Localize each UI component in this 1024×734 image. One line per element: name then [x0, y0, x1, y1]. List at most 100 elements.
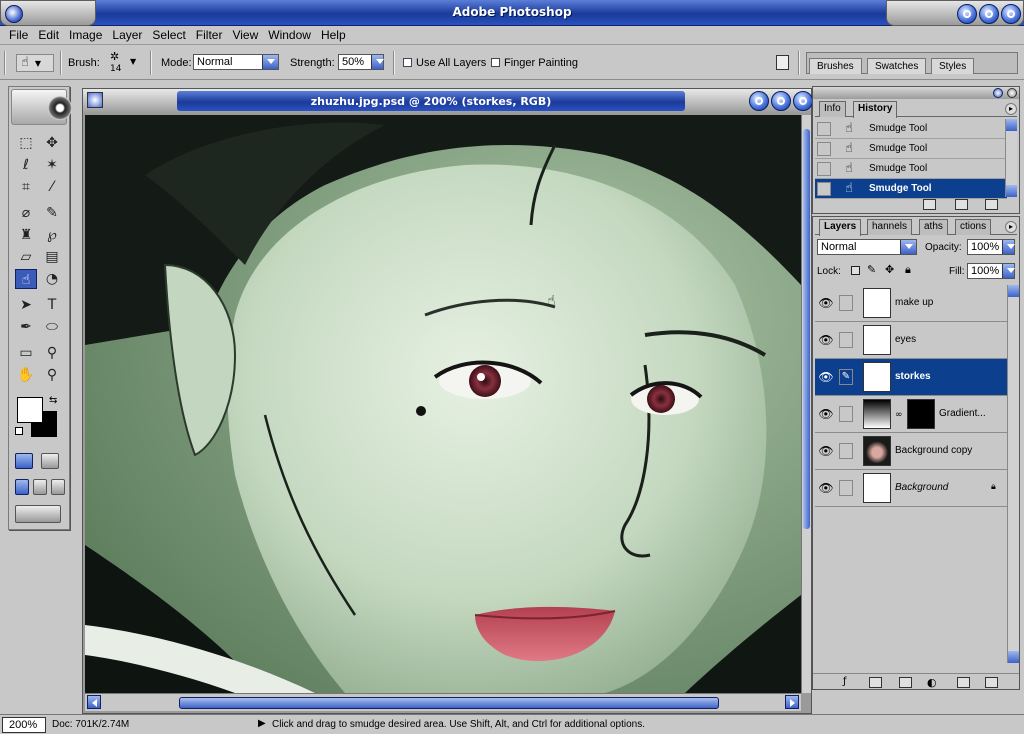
document-icon[interactable] [87, 92, 103, 108]
scroll-right-icon[interactable] [785, 695, 799, 709]
tab-channels[interactable]: hannels [867, 219, 913, 235]
tab-layers[interactable]: Layers [819, 219, 862, 236]
history-source-checkbox[interactable] [817, 162, 831, 176]
scroll-up-icon[interactable] [1008, 285, 1019, 297]
layer-visibility-eye-icon[interactable]: 👁︎ [817, 289, 835, 317]
history-state[interactable]: ☝ Smudge Tool [815, 119, 1007, 139]
strength-input[interactable]: 50% [338, 54, 384, 70]
image-canvas[interactable]: ☝ [85, 115, 801, 693]
layer-link-brush-icon[interactable] [839, 443, 853, 459]
opacity-slider-arrow-icon[interactable] [1002, 240, 1015, 254]
layer-row[interactable]: 👁︎ eyes [815, 322, 1007, 359]
new-document-from-state-icon[interactable] [923, 199, 936, 210]
palette-close-icon[interactable] [1007, 88, 1017, 98]
lock-position-icon[interactable]: ✥ [885, 263, 894, 276]
layer-visibility-eye-icon[interactable]: 👁︎ [817, 437, 835, 465]
default-colors-icon[interactable] [15, 427, 23, 435]
path-selection-tool-icon[interactable]: ➤ [15, 295, 37, 315]
gradient-tool-icon[interactable]: ▤ [41, 247, 63, 267]
healing-brush-tool-icon[interactable]: ⌀ [15, 203, 37, 223]
smudge-tool-icon[interactable]: ☝ [15, 269, 37, 289]
fill-input[interactable]: 100% [967, 263, 1015, 279]
brush-picker[interactable]: ✲ 14 ▼ [104, 50, 140, 76]
tab-brushes[interactable]: Brushes [809, 58, 862, 74]
opacity-input[interactable]: 100% [967, 239, 1015, 255]
finger-painting-checkbox[interactable] [491, 58, 500, 67]
layers-scrollbar[interactable] [1007, 285, 1019, 663]
magic-wand-tool-icon[interactable]: ✶ [41, 155, 63, 175]
pen-tool-icon[interactable]: ✒ [15, 317, 37, 337]
app-title-bar[interactable]: Adobe Photoshop [0, 0, 1024, 26]
history-state[interactable]: ☝ Smudge Tool [815, 179, 1007, 199]
scroll-up-icon[interactable] [1006, 119, 1017, 131]
slice-tool-icon[interactable]: ⁄ [41, 177, 63, 197]
layer-row[interactable]: 👁︎ make up [815, 285, 1007, 322]
delete-layer-icon[interactable] [985, 677, 998, 688]
tool-preset-picker[interactable]: ☝ ▼ [16, 54, 54, 72]
crop-tool-icon[interactable]: ⌗ [15, 177, 37, 197]
strength-slider-arrow-icon[interactable] [371, 55, 384, 69]
history-scrollbar[interactable] [1005, 119, 1017, 197]
doc-minimize-icon[interactable] [749, 91, 769, 111]
marquee-tool-icon[interactable]: ⬚ [15, 133, 37, 153]
eraser-tool-icon[interactable]: ▱ [15, 247, 37, 267]
layer-link-brush-icon[interactable] [839, 332, 853, 348]
standard-screen-mode-button[interactable] [15, 479, 29, 495]
zoom-field[interactable]: 200% [2, 717, 46, 733]
mode-select[interactable]: Normal [193, 54, 279, 70]
layer-row[interactable]: 👁︎ ∞ Gradient... [815, 396, 1007, 433]
lasso-tool-icon[interactable]: ℓ [15, 155, 37, 175]
use-all-layers-checkbox[interactable] [403, 58, 412, 67]
doc-close-icon[interactable] [793, 91, 813, 111]
dodge-tool-icon[interactable]: ◔ [41, 269, 63, 289]
trash-icon[interactable] [985, 199, 998, 210]
layer-visibility-eye-icon[interactable]: 👁︎ [817, 363, 835, 391]
menu-edit[interactable]: Edit [33, 28, 64, 42]
doc-maximize-icon[interactable] [771, 91, 791, 111]
full-screen-menu-mode-button[interactable] [33, 479, 47, 495]
tab-actions[interactable]: ctions [955, 219, 992, 235]
lock-pixels-icon[interactable]: ✎ [867, 263, 876, 276]
full-screen-mode-button[interactable] [51, 479, 65, 495]
document-title-bar[interactable]: zhuzhu.jpg.psd @ 200% (storkes, RGB) [83, 89, 813, 113]
document-horizontal-scrollbar[interactable] [85, 693, 801, 711]
eyedropper-tool-icon[interactable]: ⚲ [41, 343, 63, 363]
adobe-online-eye-icon[interactable] [48, 96, 72, 120]
layer-row[interactable]: 👁︎ ✎ storkes [815, 359, 1007, 396]
shape-tool-icon[interactable]: ⬭ [41, 317, 63, 337]
history-brush-tool-icon[interactable]: ℘ [41, 225, 63, 245]
close-icon[interactable] [1001, 4, 1021, 24]
move-tool-icon[interactable]: ✥ [41, 133, 63, 153]
notes-tool-icon[interactable]: ▭ [15, 343, 37, 363]
history-source-checkbox[interactable] [817, 182, 831, 196]
foreground-color-swatch[interactable] [17, 397, 43, 423]
menu-image[interactable]: Image [64, 28, 107, 42]
vertical-scroll-thumb[interactable] [803, 129, 810, 529]
add-layer-style-icon[interactable]: ƒ [843, 676, 847, 687]
tab-paths[interactable]: aths [919, 219, 948, 235]
minimize-icon[interactable] [957, 4, 977, 24]
menu-window[interactable]: Window [263, 28, 316, 42]
zoom-tool-icon[interactable]: ⚲ [41, 365, 63, 385]
history-menu-arrow-icon[interactable]: ▸ [1005, 103, 1017, 115]
layer-link-brush-icon[interactable] [839, 406, 853, 422]
menu-file[interactable]: File [4, 28, 33, 42]
history-state[interactable]: ☝ Smudge Tool [815, 159, 1007, 179]
scroll-left-icon[interactable] [87, 695, 101, 709]
type-tool-icon[interactable]: T [41, 295, 63, 315]
history-state[interactable]: ☝ Smudge Tool [815, 139, 1007, 159]
tab-history[interactable]: History [853, 101, 898, 118]
menu-select[interactable]: Select [147, 28, 190, 42]
layer-link-brush-icon[interactable] [839, 480, 853, 496]
standard-mode-button[interactable] [15, 453, 33, 469]
status-menu-arrow-icon[interactable]: ▶ [258, 718, 266, 729]
layer-row[interactable]: 👁︎ Background copy [815, 433, 1007, 470]
history-source-checkbox[interactable] [817, 122, 831, 136]
horizontal-scroll-thumb[interactable] [179, 697, 719, 709]
document-vertical-scrollbar[interactable] [801, 115, 811, 693]
palette-minimize-icon[interactable] [993, 88, 1003, 98]
new-layer-set-icon[interactable] [899, 677, 912, 688]
lock-all-icon[interactable]: 🔒︎ [905, 263, 911, 277]
new-snapshot-icon[interactable] [955, 199, 968, 210]
tab-info[interactable]: Info [819, 101, 846, 117]
